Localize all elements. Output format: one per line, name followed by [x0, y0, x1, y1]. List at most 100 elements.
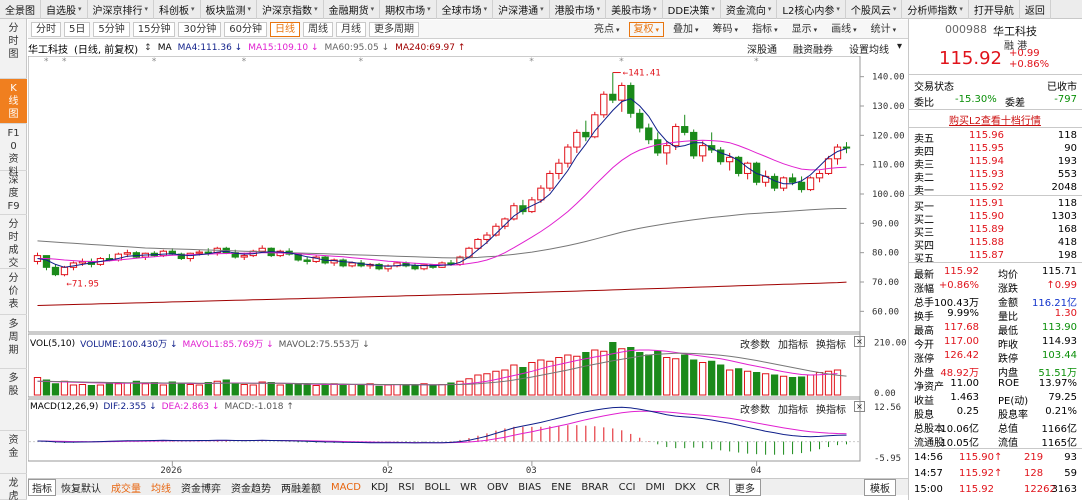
left-tab-9[interactable]: 龙虎 [0, 474, 27, 502]
period-6[interactable]: 日线 [269, 21, 300, 37]
period-5[interactable]: 60分钟 [224, 21, 267, 37]
period-3[interactable]: 15分钟 [132, 21, 176, 37]
left-tab-8[interactable]: 资金 [0, 431, 27, 474]
indicator-tab-7[interactable]: MACD [326, 482, 366, 493]
indicator-tab-11[interactable]: WR [455, 482, 482, 493]
template-button[interactable]: 模板 [864, 478, 896, 496]
macd-add-indicator[interactable]: 加指标 [778, 401, 808, 416]
indicator-tab-0[interactable]: 指标 [28, 478, 56, 496]
left-tab-1[interactable]: K线图 [0, 79, 27, 124]
menu-item-10[interactable]: 港股市场 ▾ [550, 0, 607, 19]
menu-item-6[interactable]: 金融期货 ▾ [324, 0, 381, 19]
chevron-down-icon[interactable]: ▾ [897, 41, 902, 56]
menu-item-12[interactable]: DDE决策 ▾ [663, 0, 721, 19]
indicator-tab-5[interactable]: 资金趋势 [226, 480, 276, 495]
menu-item-4[interactable]: 板块监测 ▾ [201, 0, 258, 19]
event-marker[interactable]: * [241, 57, 246, 67]
toolbar-5[interactable]: 显示 ▾ [787, 22, 823, 37]
margin-trading-link[interactable]: 融资融券 [793, 41, 833, 56]
vol-edit-params[interactable]: 改参数 [740, 336, 770, 351]
event-marker[interactable]: * [529, 57, 534, 67]
period-4[interactable]: 30分钟 [178, 21, 222, 37]
ma-toggle-icon[interactable]: ↕ [144, 43, 152, 53]
l2-purchase-link[interactable]: 购买L2查看十档行情 [949, 112, 1041, 127]
period-0[interactable]: 分时 [31, 21, 61, 37]
left-tab-5[interactable]: 分价表 [0, 269, 27, 315]
menu-item-3[interactable]: 科创板 ▾ [154, 0, 201, 19]
menu-item-15[interactable]: 个股风云 ▾ [846, 0, 903, 19]
left-tab-3[interactable]: 深度F9 [0, 171, 27, 215]
event-marker[interactable]: * [754, 57, 759, 67]
vol-add-indicator[interactable]: 加指标 [778, 336, 808, 351]
candle-body [797, 181, 806, 191]
macd-edit-params[interactable]: 改参数 [740, 401, 770, 416]
close-icon[interactable]: × [854, 336, 865, 347]
menu-item-1[interactable]: 自选股 ▾ [41, 0, 88, 19]
candle-body [618, 84, 626, 101]
indicator-tab-3[interactable]: 均线 [146, 480, 176, 495]
toolbar-0[interactable]: 亮点 ▾ [589, 22, 625, 37]
menu-item-5[interactable]: 沪深京指数 ▾ [257, 0, 324, 19]
left-tab-0[interactable]: 分时图 [0, 19, 27, 79]
event-marker[interactable]: * [151, 57, 156, 67]
menu-item-9[interactable]: 沪深港通 ▾ [493, 0, 550, 19]
vol-switch-indicator[interactable]: 换指标 [816, 336, 846, 351]
indicator-tab-8[interactable]: KDJ [366, 482, 393, 493]
menu-item-17[interactable]: 打开导航 [969, 0, 1020, 19]
period-7[interactable]: 周线 [302, 21, 333, 37]
macd-switch-indicator[interactable]: 换指标 [816, 401, 846, 416]
indicator-tab-10[interactable]: BOLL [419, 482, 455, 493]
left-tab-7[interactable]: 多股 [0, 369, 27, 431]
indicator-tab-15[interactable]: BRAR [576, 482, 613, 493]
toolbar-6[interactable]: 画线 ▾ [826, 22, 862, 37]
menu-item-0[interactable]: 全景图 [0, 0, 41, 19]
indicator-tab-1[interactable]: 恢复默认 [56, 480, 106, 495]
toolbar-1[interactable]: 复权 ▾ [628, 21, 665, 37]
menu-item-8[interactable]: 全球市场 ▾ [437, 0, 494, 19]
chevron-down-icon: ▾ [711, 5, 715, 13]
indicator-tab-18[interactable]: DKX [670, 482, 701, 493]
period-1[interactable]: 5日 [64, 21, 91, 37]
quote-value: 51.51万 [1038, 368, 1077, 379]
indicator-tab-17[interactable]: DMI [641, 482, 670, 493]
left-tab-2[interactable]: F10资料 [0, 124, 27, 178]
indicator-tab-16[interactable]: CCI [614, 482, 641, 493]
menu-item-7[interactable]: 期权市场 ▾ [380, 0, 437, 19]
dea-line [37, 410, 847, 444]
menu-item-18[interactable]: 返回 [1020, 0, 1051, 19]
toolbar-3[interactable]: 筹码 ▾ [708, 22, 744, 37]
event-marker[interactable]: * [358, 57, 363, 67]
toolbar-7[interactable]: 统计 ▾ [866, 22, 902, 37]
candle-body [123, 252, 132, 255]
hk-connect-link[interactable]: 深股通 [747, 41, 777, 56]
indicator-tab-6[interactable]: 两融差额 [276, 480, 326, 495]
indicator-tab-4[interactable]: 资金博弈 [176, 480, 226, 495]
ma-settings-link[interactable]: 设置均线 [849, 41, 889, 56]
indicator-tab-20[interactable]: 更多 [728, 478, 761, 496]
quote-value: 0.25 [956, 406, 979, 417]
menu-item-2[interactable]: 沪深京排行 ▾ [88, 0, 155, 19]
event-marker[interactable]: * [43, 57, 48, 67]
indicator-tab-2[interactable]: 成交量 [106, 480, 146, 495]
period-2[interactable]: 5分钟 [93, 21, 130, 37]
menu-item-14[interactable]: L2核心内参 ▾ [777, 0, 846, 19]
indicator-tab-13[interactable]: BIAS [513, 482, 546, 493]
toolbar-4[interactable]: 指标 ▾ [747, 22, 783, 37]
indicator-tab-14[interactable]: ENE [546, 482, 576, 493]
indicator-tab-19[interactable]: CR [701, 482, 725, 493]
toolbar-2[interactable]: 叠加 ▾ [668, 22, 704, 37]
left-tab-6[interactable]: 多周期 [0, 315, 27, 369]
close-icon[interactable]: × [854, 401, 865, 412]
event-marker[interactable]: * [619, 57, 624, 67]
candle-body [258, 247, 266, 252]
period-9[interactable]: 更多周期 [368, 21, 419, 37]
indicator-tab-12[interactable]: OBV [482, 482, 513, 493]
indicator-tab-9[interactable]: RSI [393, 482, 419, 493]
left-tab-4[interactable]: 分时成交 [0, 215, 27, 269]
period-8[interactable]: 月线 [335, 21, 366, 37]
menu-item-11[interactable]: 美股市场 ▾ [606, 0, 663, 19]
volume-bar [96, 384, 105, 396]
menu-item-13[interactable]: 资金流向 ▾ [721, 0, 778, 19]
event-marker[interactable]: * [61, 57, 66, 67]
menu-item-16[interactable]: 分析师指数 ▾ [902, 0, 969, 19]
